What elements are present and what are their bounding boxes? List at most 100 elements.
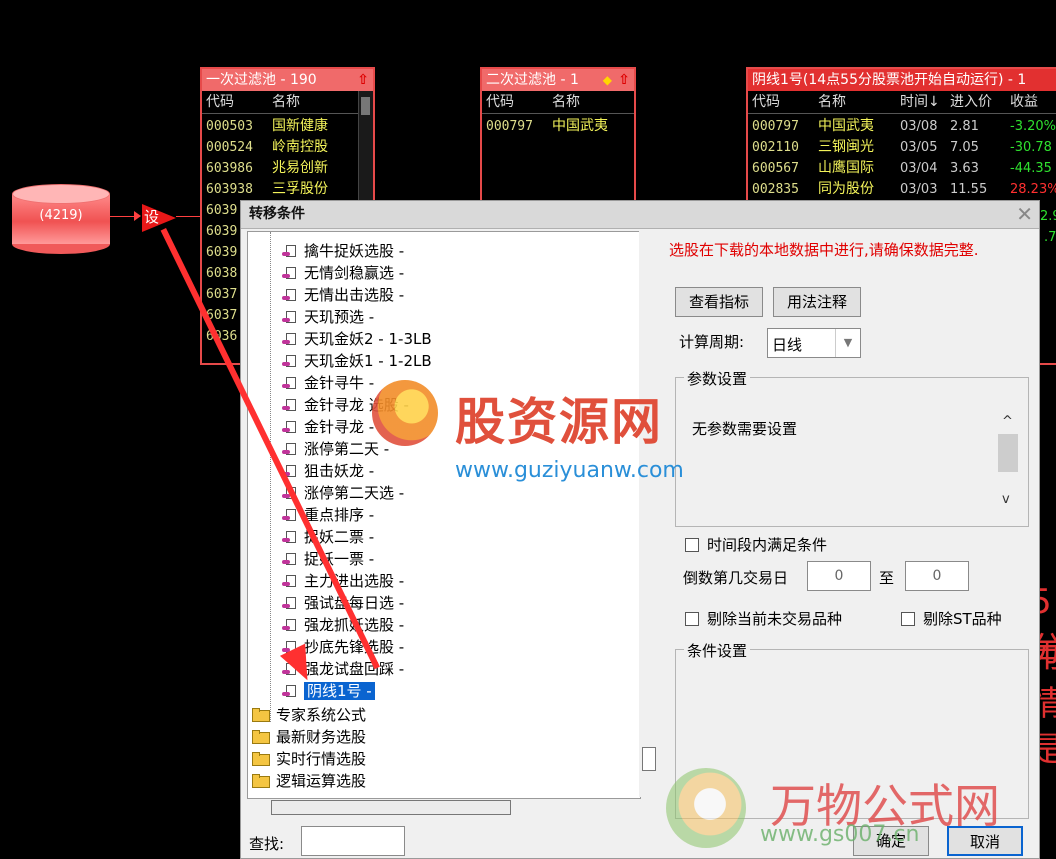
formula-icon — [282, 289, 298, 301]
cell-gain: 28.23% — [1010, 182, 1056, 197]
arrow-up-icon[interactable]: ⇧ — [618, 69, 630, 91]
cell-price: 11.55 — [950, 182, 988, 197]
cell-code: 002835 — [752, 182, 799, 197]
tree-scroll-thumb[interactable] — [642, 747, 656, 771]
cell-code: 6038 — [206, 266, 238, 281]
cell-name: 山鹰国际 — [818, 160, 874, 176]
tree-item[interactable]: 无情出击选股 - — [282, 284, 404, 306]
cell-name: 中国武夷 — [818, 118, 874, 134]
pool1-scroll-thumb[interactable] — [361, 97, 370, 115]
formula-icon — [282, 597, 298, 609]
formula-icon — [282, 245, 298, 257]
table-row[interactable]: 000503 国新健康 — [202, 116, 373, 137]
cell-gain: -44.35 — [1010, 161, 1052, 176]
table-row[interactable]: 002835 同为股份 03/03 11.55 28.23% — [748, 179, 1056, 200]
table-row[interactable]: 600567 山鹰国际 03/04 3.63 -44.35 — [748, 158, 1056, 179]
tree-folder[interactable]: 最新财务选股 — [252, 726, 366, 748]
cylinder-top — [12, 184, 110, 204]
close-icon[interactable]: ✕ — [1016, 203, 1033, 225]
arrow-up-icon[interactable]: ⇧ — [357, 69, 369, 91]
formula-icon — [282, 377, 298, 389]
table-row[interactable]: 000797 中国武夷 — [482, 116, 634, 137]
tree-item[interactable]: 金针寻龙 - — [282, 416, 374, 438]
to-label: 至 — [879, 569, 895, 587]
table-row[interactable]: 603986 兆易创新 — [202, 158, 373, 179]
tree-item[interactable]: 擒牛捉妖选股 - — [282, 240, 404, 262]
tree-item-label: 金针寻牛 - — [304, 374, 375, 392]
tree-item-label: 涨停第二天选 - — [304, 484, 405, 502]
view-indicator-button[interactable]: 查看指标 — [675, 287, 763, 317]
cell-price: 7.05 — [950, 140, 979, 155]
dialog-title: 转移条件 — [249, 206, 305, 222]
tree-folder[interactable]: 专家系统公式 — [252, 704, 366, 726]
pool1-title: 一次过滤池 - 190 ⇧ — [202, 69, 373, 91]
cell-code: 6039 — [206, 245, 238, 260]
condition-group-caption: 条件设置 — [684, 640, 751, 661]
exclude-st-checkbox[interactable] — [901, 612, 915, 626]
chevron-up-icon[interactable]: ^ — [1002, 414, 1013, 429]
tree-item[interactable]: 狙击妖龙 - — [282, 460, 375, 482]
connector-line-2 — [176, 216, 200, 217]
tree-item[interactable]: 捉妖二票 - — [282, 526, 374, 548]
formula-icon — [282, 685, 298, 697]
search-input[interactable] — [301, 826, 405, 856]
cell-name: 三孚股份 — [272, 181, 328, 197]
pool1-header: 代码 名称 — [202, 91, 373, 114]
usage-notes-button[interactable]: 用法注释 — [773, 287, 861, 317]
pool2-title: 二次过滤池 - 1 ◆ ⇧ — [482, 69, 634, 91]
pool1-title-text: 一次过滤池 - 190 — [206, 72, 317, 88]
tree-item-label: 狙击妖龙 - — [304, 462, 375, 480]
tree-item[interactable]: 无情剑稳赢选 - — [282, 262, 404, 284]
time-range-label: 时间段内满足条件 — [707, 536, 828, 554]
from-input[interactable]: 0 — [807, 561, 871, 591]
cell-code: 6037 — [206, 287, 238, 302]
cell-time: 03/08 — [900, 119, 938, 134]
transfer-condition-dialog[interactable]: 转移条件 ✕ 擒牛捉妖选股 - 无情剑稳赢选 - 无情出击选股 - 天玑预选 - 天玑金… — [240, 200, 1040, 859]
tree-item[interactable]: 涨停第二天选 - — [282, 482, 405, 504]
formula-icon — [282, 531, 298, 543]
exclude-untraded-checkbox[interactable] — [685, 612, 699, 626]
time-range-checkbox[interactable] — [685, 538, 699, 552]
tree-item[interactable]: 天玑金妖1 - 1-2LB — [282, 350, 432, 372]
cell-name: 三钢闽光 — [818, 139, 874, 155]
formula-icon — [282, 619, 298, 631]
dialog-title-bar[interactable]: 转移条件 ✕ — [241, 201, 1039, 229]
param-scrollbar[interactable]: ^ v — [998, 414, 1018, 510]
col-time: 时间↓ — [900, 94, 940, 110]
param-scroll-thumb[interactable] — [998, 434, 1018, 472]
chevron-down-icon[interactable]: ▼ — [835, 329, 860, 357]
formula-icon — [282, 399, 298, 411]
tree-horizontal-scrollbar[interactable] — [271, 800, 511, 815]
formula-icon — [282, 575, 298, 587]
cell-name: 同为股份 — [818, 181, 874, 197]
table-row[interactable]: 000797 中国武夷 03/08 2.81 -3.20% — [748, 116, 1056, 137]
to-input[interactable]: 0 — [905, 561, 969, 591]
period-select[interactable]: 日线 ▼ — [767, 328, 861, 358]
col-name: 名称 — [552, 94, 580, 110]
col-price: 进入价 — [950, 94, 992, 110]
table-row[interactable]: 603938 三孚股份 — [202, 179, 373, 200]
tree-item[interactable]: 天玑预选 - — [282, 306, 374, 328]
pool3-title: 阴线1号(14点55分股票池开始自动运行) - 1 — [748, 69, 1056, 91]
table-row[interactable]: 002110 三钢闽光 03/05 7.05 -30.78 — [748, 137, 1056, 158]
pool2-title-text: 二次过滤池 - 1 — [486, 72, 579, 88]
tree-item-label: 涨停第二天 - — [304, 440, 390, 458]
tree-item[interactable]: 天玑金妖2 - 1-3LB — [282, 328, 432, 350]
table-row[interactable]: 000524 岭南控股 — [202, 137, 373, 158]
tree-item[interactable]: 强龙抓妖选股 - — [282, 614, 404, 636]
tree-folder[interactable]: 逻辑运算选股 — [252, 770, 366, 792]
pool3-title-text: 阴线1号(14点55分股票池开始自动运行) - 1 — [752, 72, 1027, 88]
tree-item[interactable]: 涨停第二天 - — [282, 438, 390, 460]
pool-second-filter[interactable]: 二次过滤池 - 1 ◆ ⇧ 代码 名称 000797 中国武夷 — [480, 67, 636, 207]
chevron-down-icon[interactable]: v — [1002, 492, 1010, 507]
folder-icon — [252, 752, 270, 766]
source-pool-cylinder[interactable]: (4219) — [12, 184, 110, 254]
cell-price: 3.63 — [950, 161, 979, 176]
tree-vertical-scrollbar[interactable] — [639, 231, 659, 797]
tree-item[interactable]: 金针寻牛 - — [282, 372, 375, 394]
tree-folder[interactable]: 实时行情选股 — [252, 748, 366, 770]
period-value: 日线 — [772, 336, 803, 354]
watermark-logo-2 — [666, 768, 746, 848]
tree-item[interactable]: 主力进出选股 - — [282, 570, 404, 592]
cell-name: 中国武夷 — [552, 118, 608, 134]
